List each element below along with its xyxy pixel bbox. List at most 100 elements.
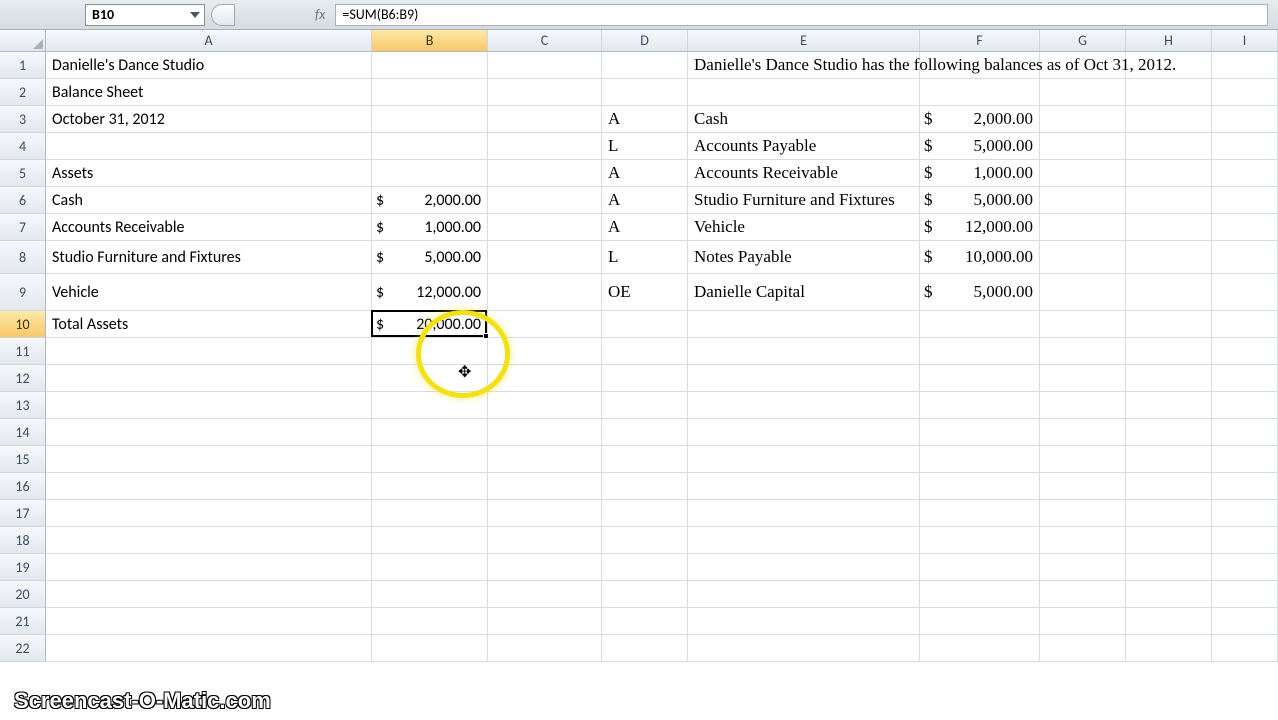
row-header-7[interactable]: 7 <box>0 214 46 241</box>
column-header-B[interactable]: B <box>372 30 488 51</box>
cell-F9[interactable]: $5,000.00 <box>920 274 1040 311</box>
cell-G18[interactable] <box>1040 527 1126 554</box>
cell-H7[interactable] <box>1126 214 1212 241</box>
row-header-1[interactable]: 1 <box>0 52 46 79</box>
cell-F10[interactable] <box>920 311 1040 338</box>
cell-B6[interactable]: $2,000.00 <box>372 187 488 214</box>
cell-A21[interactable] <box>46 608 372 635</box>
cell-E20[interactable] <box>688 581 920 608</box>
cell-E3[interactable]: Cash <box>688 106 920 133</box>
cell-C19[interactable] <box>488 554 602 581</box>
cell-I7[interactable] <box>1212 214 1278 241</box>
cell-B12[interactable] <box>372 365 488 392</box>
row-header-8[interactable]: 8 <box>0 241 46 274</box>
cell-G14[interactable] <box>1040 419 1126 446</box>
cancel-formula-button[interactable] <box>211 4 235 26</box>
row-header-14[interactable]: 14 <box>0 419 46 446</box>
cell-B1[interactable] <box>372 52 488 79</box>
cell-A10[interactable]: Total Assets <box>46 311 372 338</box>
cell-A4[interactable] <box>46 133 372 160</box>
cell-C16[interactable] <box>488 473 602 500</box>
cell-C8[interactable] <box>488 241 602 274</box>
cell-C2[interactable] <box>488 79 602 106</box>
cell-D1[interactable] <box>602 52 688 79</box>
cell-G15[interactable] <box>1040 446 1126 473</box>
cell-E15[interactable] <box>688 446 920 473</box>
cell-A15[interactable] <box>46 446 372 473</box>
cell-D21[interactable] <box>602 608 688 635</box>
cell-I1[interactable] <box>1212 52 1278 79</box>
cell-D22[interactable] <box>602 635 688 662</box>
cell-B20[interactable] <box>372 581 488 608</box>
cell-A1[interactable]: Danielle's Dance Studio <box>46 52 372 79</box>
cell-C18[interactable] <box>488 527 602 554</box>
cell-I12[interactable] <box>1212 365 1278 392</box>
row-header-19[interactable]: 19 <box>0 554 46 581</box>
cell-I19[interactable] <box>1212 554 1278 581</box>
cell-B21[interactable] <box>372 608 488 635</box>
cell-D20[interactable] <box>602 581 688 608</box>
cell-E14[interactable] <box>688 419 920 446</box>
cell-F7[interactable]: $12,000.00 <box>920 214 1040 241</box>
cell-F11[interactable] <box>920 338 1040 365</box>
cell-E4[interactable]: Accounts Payable <box>688 133 920 160</box>
cell-E13[interactable] <box>688 392 920 419</box>
cell-F20[interactable] <box>920 581 1040 608</box>
cell-B8[interactable]: $5,000.00 <box>372 241 488 274</box>
row-header-18[interactable]: 18 <box>0 527 46 554</box>
cell-B5[interactable] <box>372 160 488 187</box>
column-header-G[interactable]: G <box>1040 30 1126 51</box>
cell-D9[interactable]: OE <box>602 274 688 311</box>
cell-C5[interactable] <box>488 160 602 187</box>
cell-E19[interactable] <box>688 554 920 581</box>
column-header-F[interactable]: F <box>920 30 1040 51</box>
cell-H22[interactable] <box>1126 635 1212 662</box>
cell-A19[interactable] <box>46 554 372 581</box>
cell-A2[interactable]: Balance Sheet <box>46 79 372 106</box>
cell-A11[interactable] <box>46 338 372 365</box>
column-header-A[interactable]: A <box>46 30 372 51</box>
cell-H13[interactable] <box>1126 392 1212 419</box>
cell-A13[interactable] <box>46 392 372 419</box>
spreadsheet-grid[interactable]: ABCDEFGHI 1Danielle's Dance StudioDaniel… <box>0 30 1278 662</box>
cell-I5[interactable] <box>1212 160 1278 187</box>
cell-B17[interactable] <box>372 500 488 527</box>
row-header-13[interactable]: 13 <box>0 392 46 419</box>
cell-G21[interactable] <box>1040 608 1126 635</box>
cell-I11[interactable] <box>1212 338 1278 365</box>
row-header-3[interactable]: 3 <box>0 106 46 133</box>
row-header-11[interactable]: 11 <box>0 338 46 365</box>
cell-G17[interactable] <box>1040 500 1126 527</box>
cell-C11[interactable] <box>488 338 602 365</box>
row-header-21[interactable]: 21 <box>0 608 46 635</box>
row-header-16[interactable]: 16 <box>0 473 46 500</box>
cell-F16[interactable] <box>920 473 1040 500</box>
cell-F14[interactable] <box>920 419 1040 446</box>
cell-A3[interactable]: October 31, 2012 <box>46 106 372 133</box>
cell-E18[interactable] <box>688 527 920 554</box>
cell-I16[interactable] <box>1212 473 1278 500</box>
cell-B13[interactable] <box>372 392 488 419</box>
row-header-9[interactable]: 9 <box>0 274 46 311</box>
cell-G9[interactable] <box>1040 274 1126 311</box>
cell-D10[interactable] <box>602 311 688 338</box>
cell-B16[interactable] <box>372 473 488 500</box>
column-header-E[interactable]: E <box>688 30 920 51</box>
cell-E2[interactable] <box>688 79 920 106</box>
column-header-C[interactable]: C <box>488 30 602 51</box>
cell-G16[interactable] <box>1040 473 1126 500</box>
cell-B22[interactable] <box>372 635 488 662</box>
cell-F3[interactable]: $2,000.00 <box>920 106 1040 133</box>
cell-B14[interactable] <box>372 419 488 446</box>
cell-H15[interactable] <box>1126 446 1212 473</box>
cell-B9[interactable]: $12,000.00 <box>372 274 488 311</box>
name-box[interactable]: B10 <box>85 4 205 26</box>
cell-C7[interactable] <box>488 214 602 241</box>
cell-F12[interactable] <box>920 365 1040 392</box>
cell-I15[interactable] <box>1212 446 1278 473</box>
cell-E9[interactable]: Danielle Capital <box>688 274 920 311</box>
cell-H16[interactable] <box>1126 473 1212 500</box>
cell-C4[interactable] <box>488 133 602 160</box>
cell-D5[interactable]: A <box>602 160 688 187</box>
cell-G10[interactable] <box>1040 311 1126 338</box>
